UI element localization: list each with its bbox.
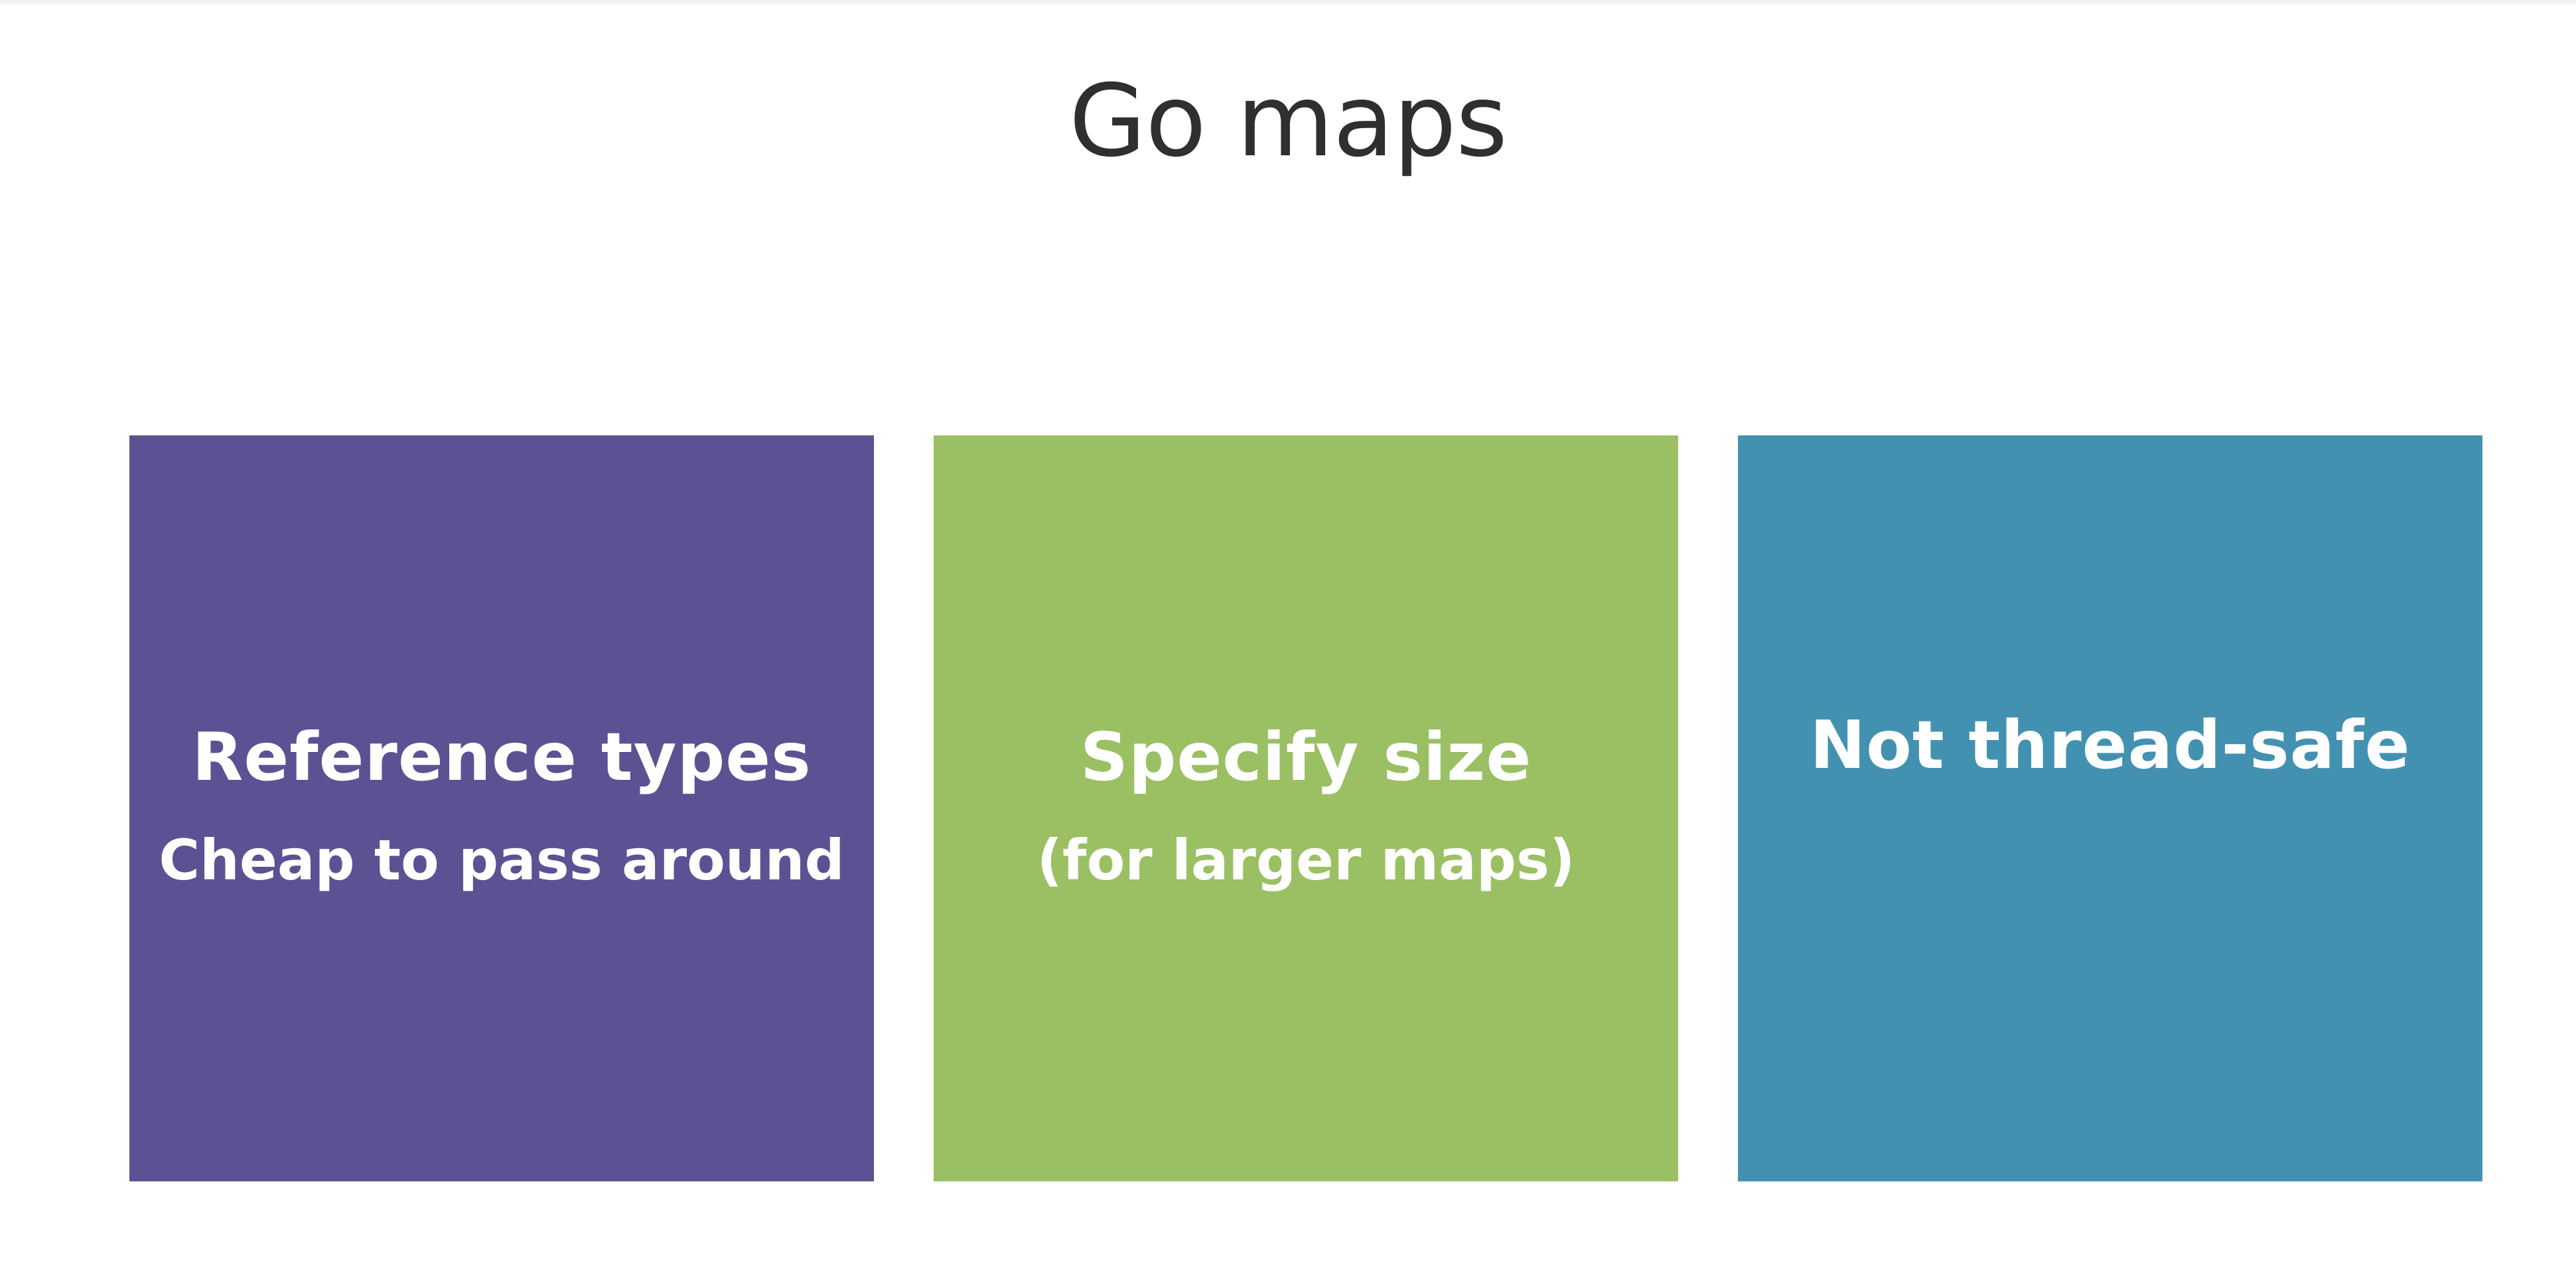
card-subtext: Cheap to pass around xyxy=(159,828,845,893)
top-edge-shade xyxy=(0,0,2576,7)
card-heading: Reference types xyxy=(192,718,812,796)
card-heading: Specify size xyxy=(1080,718,1532,796)
card-subtext: (for larger maps) xyxy=(1037,828,1575,893)
card-reference-types: Reference types Cheap to pass around xyxy=(129,435,874,1181)
card-specify-size: Specify size (for larger maps) xyxy=(934,435,1678,1181)
card-heading: Not thread-safe xyxy=(1810,706,2411,784)
slide-title: Go maps xyxy=(1068,64,1508,179)
card-not-thread-safe: Not thread-safe xyxy=(1738,435,2482,1181)
